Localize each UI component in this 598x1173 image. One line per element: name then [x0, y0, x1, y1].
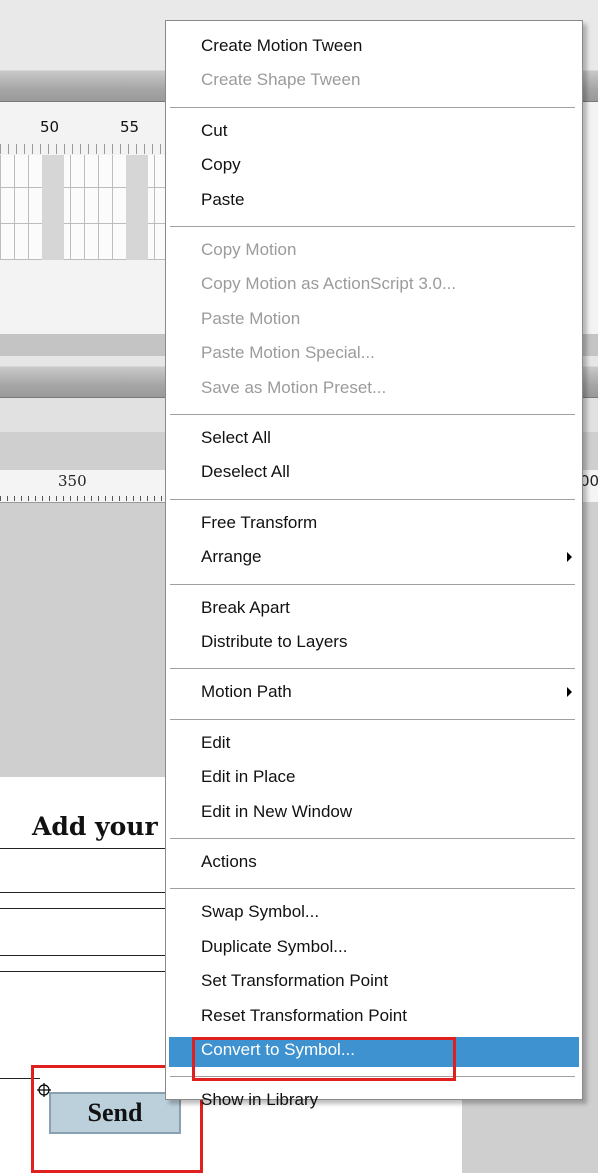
menu-item-reset-transformation-point[interactable]: Reset Transformation Point [201, 1005, 407, 1027]
menu-item-edit-in-new-window[interactable]: Edit in New Window [201, 801, 352, 823]
menu-item-arrange[interactable]: Arrange [201, 546, 261, 568]
menu-item-actions[interactable]: Actions [201, 851, 257, 873]
menu-item-create-shape-tween[interactable]: Create Shape Tween [201, 69, 360, 91]
menu-item-copy[interactable]: Copy [201, 154, 241, 176]
form-line [0, 908, 170, 909]
menu-item-paste[interactable]: Paste [201, 189, 244, 211]
menu-item-free-transform[interactable]: Free Transform [201, 512, 317, 534]
menu-separator [170, 583, 575, 586]
menu-separator [170, 414, 575, 416]
menu-item-swap-symbol[interactable]: Swap Symbol... [201, 901, 319, 923]
menu-item-copy-motion[interactable]: Copy Motion [201, 239, 296, 261]
menu-item-distribute-to-layers[interactable]: Distribute to Layers [201, 631, 347, 653]
annotation-box-convert [192, 1037, 456, 1081]
frame-column-shade [42, 155, 64, 260]
menu-separator [170, 498, 575, 501]
menu-item-paste-motion[interactable]: Paste Motion [201, 308, 300, 330]
menu-item-deselect-all[interactable]: Deselect All [201, 461, 290, 483]
menu-item-save-as-motion-preset[interactable]: Save as Motion Preset... [201, 377, 386, 399]
menu-item-paste-motion-special[interactable]: Paste Motion Special... [201, 342, 375, 364]
menu-item-show-in-library[interactable]: Show in Library [201, 1089, 318, 1111]
context-menu: Create Motion Tween Create Shape Tween Cut… [165, 20, 583, 1109]
menu-separator [170, 888, 575, 891]
menu-item-break-apart[interactable]: Break Apart [201, 597, 290, 619]
stage-heading-text[interactable]: Add your [32, 812, 158, 841]
frame-column-shade [126, 155, 148, 260]
menu-item-duplicate-symbol[interactable]: Duplicate Symbol... [201, 936, 347, 958]
form-line [0, 848, 170, 849]
form-line [0, 955, 170, 956]
form-line [0, 892, 170, 893]
menu-item-set-transformation-point[interactable]: Set Transformation Point [201, 970, 388, 992]
menu-item-cut[interactable]: Cut [201, 120, 227, 142]
frame-number-50: 50 [40, 118, 60, 136]
menu-separator [170, 668, 575, 671]
menu-item-motion-path[interactable]: Motion Path [201, 681, 292, 703]
form-line [0, 971, 170, 972]
menu-item-edit[interactable]: Edit [201, 732, 230, 754]
menu-item-create-motion-tween[interactable]: Create Motion Tween [201, 35, 362, 57]
frame-number-55: 55 [120, 118, 140, 136]
menu-separator [170, 226, 575, 228]
menu-separator [170, 718, 575, 721]
frame-ruler-ticks [0, 144, 165, 154]
submenu-arrow-icon [567, 552, 572, 563]
menu-separator [170, 106, 575, 109]
submenu-arrow-icon [567, 687, 572, 698]
menu-separator [170, 838, 575, 840]
ruler-label-350: 350 [58, 472, 87, 490]
menu-item-copy-motion-as-actionscript-3-0[interactable]: Copy Motion as ActionScript 3.0... [201, 273, 456, 295]
menu-item-select-all[interactable]: Select All [201, 427, 271, 449]
menu-item-edit-in-place[interactable]: Edit in Place [201, 766, 296, 788]
